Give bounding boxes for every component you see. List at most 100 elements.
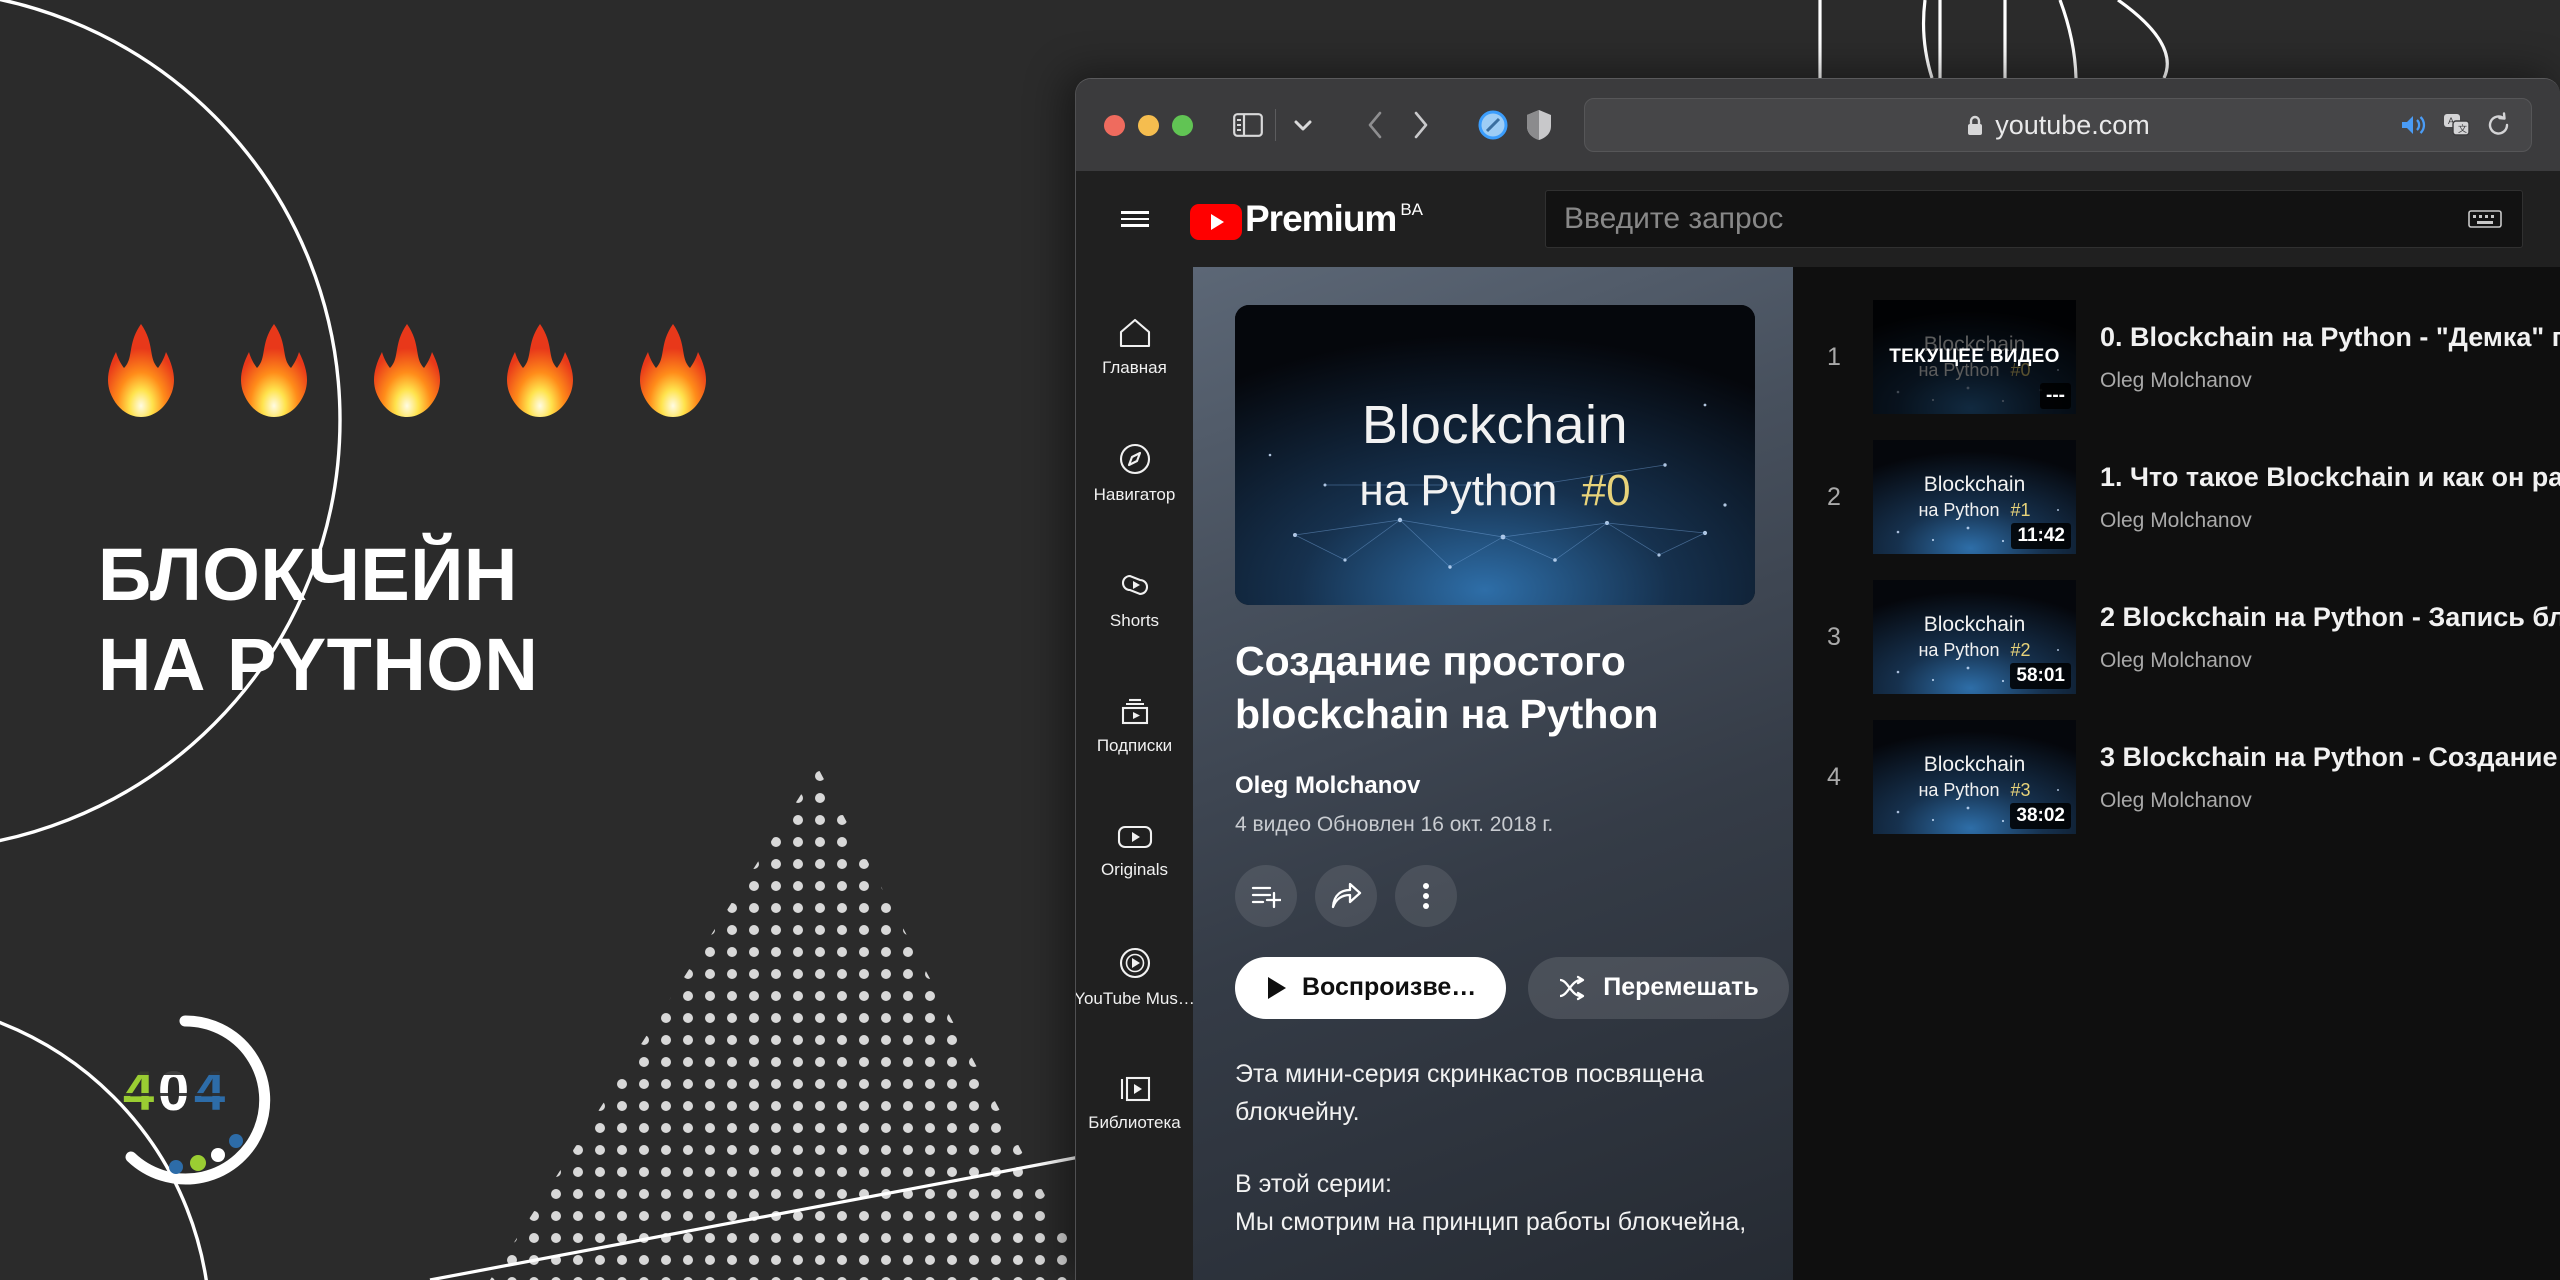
description-paragraph-2: В этой серии: xyxy=(1235,1169,1392,1198)
sidebar-item-label: Навигатор xyxy=(1093,484,1176,504)
reload-icon[interactable] xyxy=(2487,112,2511,138)
guide-toggle-button[interactable] xyxy=(1102,186,1168,252)
zoom-window-button[interactable] xyxy=(1172,114,1193,136)
video-thumbnail[interactable]: Blockchain на Python #1 11:42 xyxy=(1873,440,2076,554)
promo-title-line-1: БЛОКЧЕЙН xyxy=(98,533,518,616)
youtube-body: Главная Навигатор Shorts Подписки Origin… xyxy=(1076,267,2560,1280)
forward-button[interactable] xyxy=(1398,102,1444,148)
thumbnail-episode-number: #2 xyxy=(2010,640,2031,660)
play-all-button[interactable]: Воспроизве… xyxy=(1235,956,1507,1019)
sidebar-item-home[interactable]: Главная xyxy=(1076,287,1193,407)
sidebar-item-explore[interactable]: Навигатор xyxy=(1076,413,1193,533)
toolbar-divider xyxy=(1275,109,1276,141)
address-bar[interactable]: youtube.com A 文 xyxy=(1584,98,2532,152)
playlist-actions: Воспроизве… Перемешать xyxy=(1235,956,1789,1019)
sidebar-item-label: Подписки xyxy=(1096,735,1173,755)
youtube-premium-logo[interactable]: Premium BA xyxy=(1190,198,1423,240)
more-options-button[interactable] xyxy=(1395,864,1457,927)
video-duration: --- xyxy=(2040,383,2071,409)
hamburger-menu-icon xyxy=(1121,211,1149,214)
video-meta: 0. Blockchain на Python - "Демка" пр Ole… xyxy=(2100,321,2560,393)
playlist-thumbnail[interactable]: Blockchain на Python #0 xyxy=(1235,305,1755,605)
translate-icon[interactable]: A 文 xyxy=(2443,113,2471,137)
decor-top-lines xyxy=(1818,0,2169,79)
compass-icon xyxy=(1119,443,1150,474)
thumbnail-line-2: на Python xyxy=(1359,466,1558,515)
address-bar-url: youtube.com xyxy=(1995,109,2150,140)
sidebar-toggle-button[interactable] xyxy=(1225,102,1271,148)
sidebar-item-library[interactable]: Библиотека xyxy=(1076,1043,1193,1163)
sidebar-item-originals[interactable]: Originals xyxy=(1076,791,1193,911)
playlist-channel: Oleg Molchanov xyxy=(1235,771,1421,799)
video-thumbnail[interactable]: Blockchain на Python #2 58:01 xyxy=(1873,580,2076,694)
table-row[interactable]: 2 Blockchain на Python #1 11:42 1. Что т… xyxy=(1793,427,2560,567)
youtube-sidebar: Главная Навигатор Shorts Подписки Origin… xyxy=(1075,267,1195,1280)
thumbnail-line-1: Blockchain xyxy=(1361,395,1629,455)
video-thumbnail[interactable]: Blockchain на Python #0 ТЕКУЩЕЕ ВИДЕО --… xyxy=(1873,300,2076,414)
video-channel[interactable]: Oleg Molchanov xyxy=(2100,509,2540,533)
close-window-button[interactable] xyxy=(1104,114,1125,136)
table-row[interactable]: 4 Blockchain на Python #3 38:02 3 Blockc… xyxy=(1793,707,2560,847)
privacy-report-button[interactable] xyxy=(1516,102,1562,148)
content-blocker-button[interactable] xyxy=(1470,102,1516,148)
reader-shield-icon xyxy=(1478,110,1508,140)
back-button[interactable] xyxy=(1352,102,1398,148)
sidebar-item-label: Originals xyxy=(1100,859,1169,879)
sidebar-item-label: YouTube Mus… xyxy=(1075,988,1195,1008)
browser-window: youtube.com A 文 Premium BA Введите запро… xyxy=(1075,78,2560,1280)
chevron-left-icon xyxy=(1368,111,1382,139)
logo-dot-1 xyxy=(229,1134,243,1148)
table-row[interactable]: 3 Blockchain на Python #2 58:01 2 Blockc… xyxy=(1793,567,2560,707)
thumbnail-episode-number: #3 xyxy=(2010,780,2031,800)
play-icon xyxy=(1268,976,1286,999)
add-to-queue-button[interactable] xyxy=(1235,864,1297,927)
sidebar-icon xyxy=(1233,113,1263,137)
search-input[interactable]: Введите запрос xyxy=(1545,190,2524,248)
logo-404: 4 0 4 xyxy=(90,1005,280,1200)
sidebar-item-label: Shorts xyxy=(1109,610,1160,630)
traffic-lights xyxy=(1104,114,1193,136)
video-title[interactable]: 0. Blockchain на Python - "Демка" пр xyxy=(2100,321,2560,355)
video-duration: 38:02 xyxy=(2010,803,2071,829)
logo-dot-4 xyxy=(169,1160,183,1174)
video-index: 3 xyxy=(1827,622,1841,651)
youtube-page: Premium BA Введите запрос Главная Навига… xyxy=(1076,171,2560,1280)
sidebar-item-subscriptions[interactable]: Подписки xyxy=(1076,665,1193,785)
logo-dot-2 xyxy=(211,1148,225,1162)
video-channel[interactable]: Oleg Molchanov xyxy=(2100,369,2540,393)
search-placeholder: Введите запрос xyxy=(1564,202,1784,235)
sidebar-item-youtube-music[interactable]: YouTube Mus… xyxy=(1075,917,1195,1037)
playlist-video-list: 1 Blockchain xyxy=(1793,267,2560,1280)
sidebar-item-shorts[interactable]: Shorts xyxy=(1076,539,1193,659)
video-title[interactable]: 1. Что такое Blockchain и как он раб xyxy=(2100,461,2560,495)
thumbnail-line-1: Blockchain xyxy=(1923,473,2026,496)
video-channel[interactable]: Oleg Molchanov xyxy=(2100,789,2540,813)
keyboard-icon[interactable] xyxy=(2468,208,2502,230)
playlist-description: Эта мини-серия скринкастов посвящена бло… xyxy=(1235,1055,1751,1241)
share-button[interactable] xyxy=(1315,864,1377,927)
youtube-music-icon xyxy=(1119,947,1150,978)
logo-dot-3 xyxy=(190,1155,206,1171)
table-row[interactable]: 1 Blockchain xyxy=(1793,287,2560,427)
share-icon xyxy=(1331,882,1362,908)
decor-diagonal-line xyxy=(429,1153,1091,1280)
promo-title-line-2: НА PYTHON xyxy=(98,623,539,707)
thumbnail-episode-number: #0 xyxy=(1581,466,1631,515)
video-thumbnail[interactable]: Blockchain на Python #3 38:02 xyxy=(1873,720,2076,834)
decor-arc-large xyxy=(0,0,342,843)
sidebar-dropdown-button[interactable] xyxy=(1280,102,1326,148)
fire-emoji-group xyxy=(108,324,706,417)
minimize-window-button[interactable] xyxy=(1138,114,1159,136)
video-channel[interactable]: Oleg Molchanov xyxy=(2100,649,2540,673)
shuffle-label: Перемешать xyxy=(1603,973,1759,1002)
library-icon xyxy=(1120,1076,1150,1101)
video-index: 4 xyxy=(1827,762,1841,791)
video-duration: 11:42 xyxy=(2011,523,2071,549)
shuffle-button[interactable]: Перемешать xyxy=(1528,956,1789,1019)
thumbnail-line-2: на Python xyxy=(1918,640,2000,660)
logo-digit-2: 0 xyxy=(158,1059,189,1122)
video-title[interactable]: 2 Blockchain на Python - Запись бло xyxy=(2100,601,2560,635)
speaker-icon[interactable] xyxy=(2400,114,2427,136)
video-title[interactable]: 3 Blockchain на Python - Создание xyxy=(2100,741,2558,775)
originals-icon xyxy=(1117,825,1152,848)
